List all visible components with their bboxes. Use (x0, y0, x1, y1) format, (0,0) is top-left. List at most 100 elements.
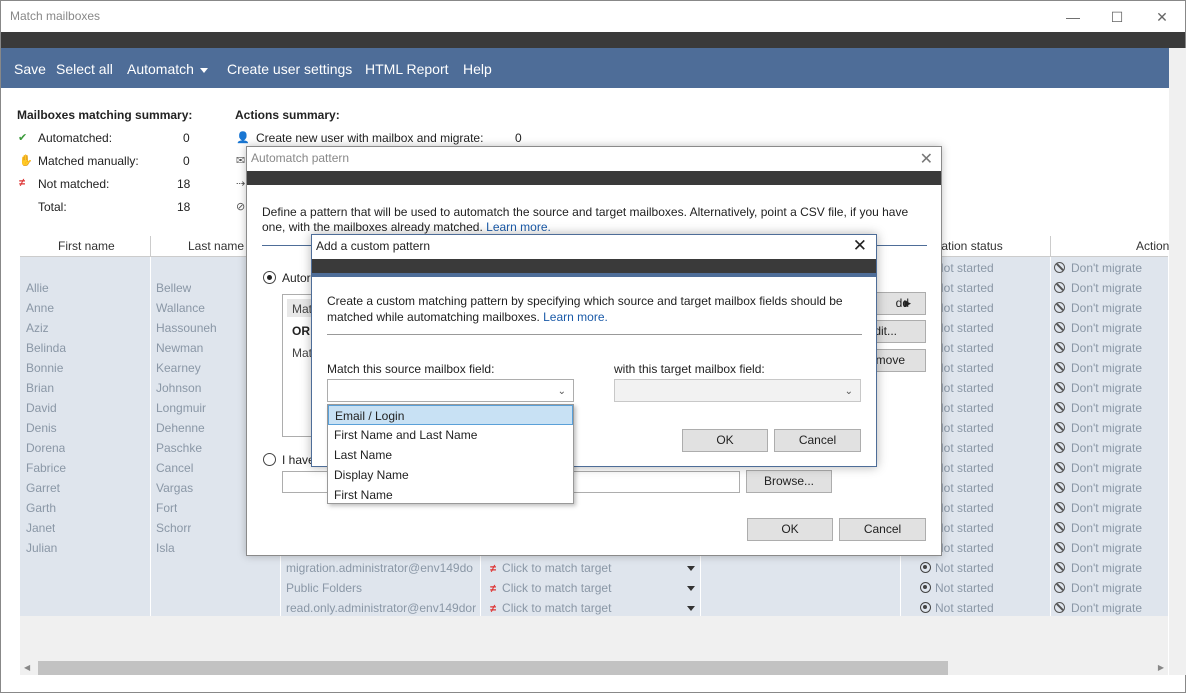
divider (327, 334, 862, 335)
ban-icon (1054, 582, 1065, 593)
cell-action[interactable]: Don't migrate (1054, 561, 1142, 575)
grid-empty-area (20, 616, 1168, 661)
cell-match-target[interactable]: ≠ Click to match target (490, 561, 611, 575)
vertical-scrollbar[interactable] (1169, 48, 1186, 675)
cell-last-name: Fort (156, 501, 178, 515)
dropdown-option-display-name[interactable]: Display Name (328, 465, 573, 485)
cell-action[interactable]: Don't migrate (1054, 521, 1142, 535)
ok-button[interactable]: OK (682, 429, 768, 452)
total-value: 18 (177, 200, 191, 214)
browse-button[interactable]: Browse... (746, 470, 832, 493)
source-field-select[interactable]: ⌄ (327, 379, 574, 402)
status-text: Not started (935, 541, 994, 555)
col-first-name[interactable]: First name (58, 239, 115, 253)
chevron-down-icon[interactable] (687, 566, 695, 571)
chevron-down-icon[interactable] (687, 586, 695, 591)
cell-action[interactable]: Don't migrate (1054, 461, 1142, 475)
maximize-button[interactable]: ☐ (1107, 7, 1127, 27)
chevron-down-icon[interactable] (687, 606, 695, 611)
toolbar: Save Select all Automatch Create user se… (1, 48, 1185, 88)
dropdown-option-first-name[interactable]: First Name (328, 485, 573, 505)
dropdown-option-email-login[interactable]: Email / Login (328, 405, 573, 425)
dropdown-option-first-last-name[interactable]: First Name and Last Name (328, 425, 573, 445)
cell-action[interactable]: Don't migrate (1054, 481, 1142, 495)
help-button[interactable]: Help (463, 61, 492, 77)
status-text: Not started (935, 481, 994, 495)
save-button[interactable]: Save (14, 61, 46, 77)
pattern-item[interactable]: Mat (292, 346, 312, 360)
cell-action[interactable]: Don't migrate (1054, 501, 1142, 515)
scroll-left-icon[interactable]: ◀ (24, 663, 30, 672)
cancel-button[interactable]: Cancel (839, 518, 926, 541)
not-equal-icon: ≠ (490, 583, 497, 595)
scroll-right-icon[interactable]: ▶ (1158, 663, 1164, 672)
col-action[interactable]: Action (1136, 239, 1169, 253)
status-text: Not started (935, 501, 994, 515)
cell-action[interactable]: Don't migrate (1054, 581, 1142, 595)
status-text: Not started (935, 441, 994, 455)
action-text: Don't migrate (1071, 481, 1142, 495)
mailbox-summary-heading: Mailboxes matching summary: (17, 108, 193, 122)
cell-first-name: Dorena (26, 441, 66, 455)
header-band (1, 32, 1185, 48)
target-field-select[interactable]: ⌄ (614, 379, 861, 402)
col-last-name[interactable]: Last name (188, 239, 244, 253)
cell-action[interactable]: Don't migrate (1054, 361, 1142, 375)
html-report-button[interactable]: HTML Report (365, 61, 449, 77)
select-all-button[interactable]: Select all (56, 61, 113, 77)
close-icon[interactable]: ✕ (920, 149, 933, 169)
cell-action[interactable]: Don't migrate (1054, 301, 1142, 315)
chevron-down-icon (199, 67, 208, 73)
target-field-label: with this target mailbox field: (614, 362, 765, 376)
cell-first-name: Anne (26, 301, 55, 315)
cell-action[interactable]: Don't migrate (1054, 421, 1142, 435)
cell-action[interactable]: Don't migrate (1054, 321, 1142, 335)
cell-action[interactable]: Don't migrate (1054, 441, 1142, 455)
cell-action[interactable]: Don't migrate (1054, 381, 1142, 395)
cell-action[interactable]: Don't migrate (1054, 601, 1142, 615)
cell-source-mailbox: Public Folders (286, 581, 363, 595)
minimize-button[interactable]: — (1063, 7, 1083, 27)
cell-action[interactable]: Don't migrate (1054, 401, 1142, 415)
ban-icon (1054, 262, 1065, 273)
horizontal-scrollbar[interactable]: ◀ ▶ (20, 661, 1168, 675)
csv-radio[interactable] (263, 453, 276, 466)
learn-more-link[interactable]: Learn more. (543, 310, 608, 324)
cancel-button[interactable]: Cancel (774, 429, 861, 452)
cell-match-target[interactable]: ≠ Click to match target (490, 581, 611, 595)
ban-icon (1054, 422, 1065, 433)
create-user-settings-button[interactable]: Create user settings (227, 61, 352, 77)
action-text: Don't migrate (1071, 281, 1142, 295)
source-field-dropdown[interactable]: Email / Login First Name and Last Name L… (327, 404, 574, 504)
automatch-menu[interactable]: Automatch (127, 61, 208, 77)
status-text: Not started (935, 401, 994, 415)
automatch-radio[interactable] (263, 271, 276, 284)
cell-action[interactable]: Don't migrate (1054, 341, 1142, 355)
cell-last-name: Isla (156, 541, 175, 555)
close-button[interactable]: ✕ (1152, 7, 1172, 27)
pattern-item[interactable]: Mat (292, 302, 312, 316)
scroll-thumb[interactable] (38, 661, 948, 675)
action-text: Don't migrate (1071, 261, 1142, 275)
action-text: Don't migrate (1071, 401, 1142, 415)
automatched-value: 0 (183, 131, 190, 145)
automatch-label: Automatch (127, 61, 194, 77)
action-text: Don't migrate (1071, 541, 1142, 555)
not-equal-icon: ≠ (19, 177, 26, 189)
cell-action[interactable]: Don't migrate (1054, 261, 1142, 275)
cell-match-target[interactable]: ≠ Click to match target (490, 601, 611, 615)
cell-action[interactable]: Don't migrate (1054, 541, 1142, 555)
status-text: Not started (935, 521, 994, 535)
dropdown-option-last-name[interactable]: Last Name (328, 445, 573, 465)
cell-last-name: Cancel (156, 461, 194, 475)
close-icon[interactable]: ✕ (853, 236, 867, 256)
cell-first-name: Allie (26, 281, 49, 295)
ok-button[interactable]: OK (747, 518, 833, 541)
learn-more-link[interactable]: Learn more. (486, 220, 551, 234)
ban-icon (1054, 502, 1065, 513)
window-title: Match mailboxes (10, 9, 101, 23)
status-text: Not started (935, 321, 994, 335)
cell-first-name: David (26, 401, 57, 415)
cell-action[interactable]: Don't migrate (1054, 281, 1142, 295)
action-text: Don't migrate (1071, 301, 1142, 315)
